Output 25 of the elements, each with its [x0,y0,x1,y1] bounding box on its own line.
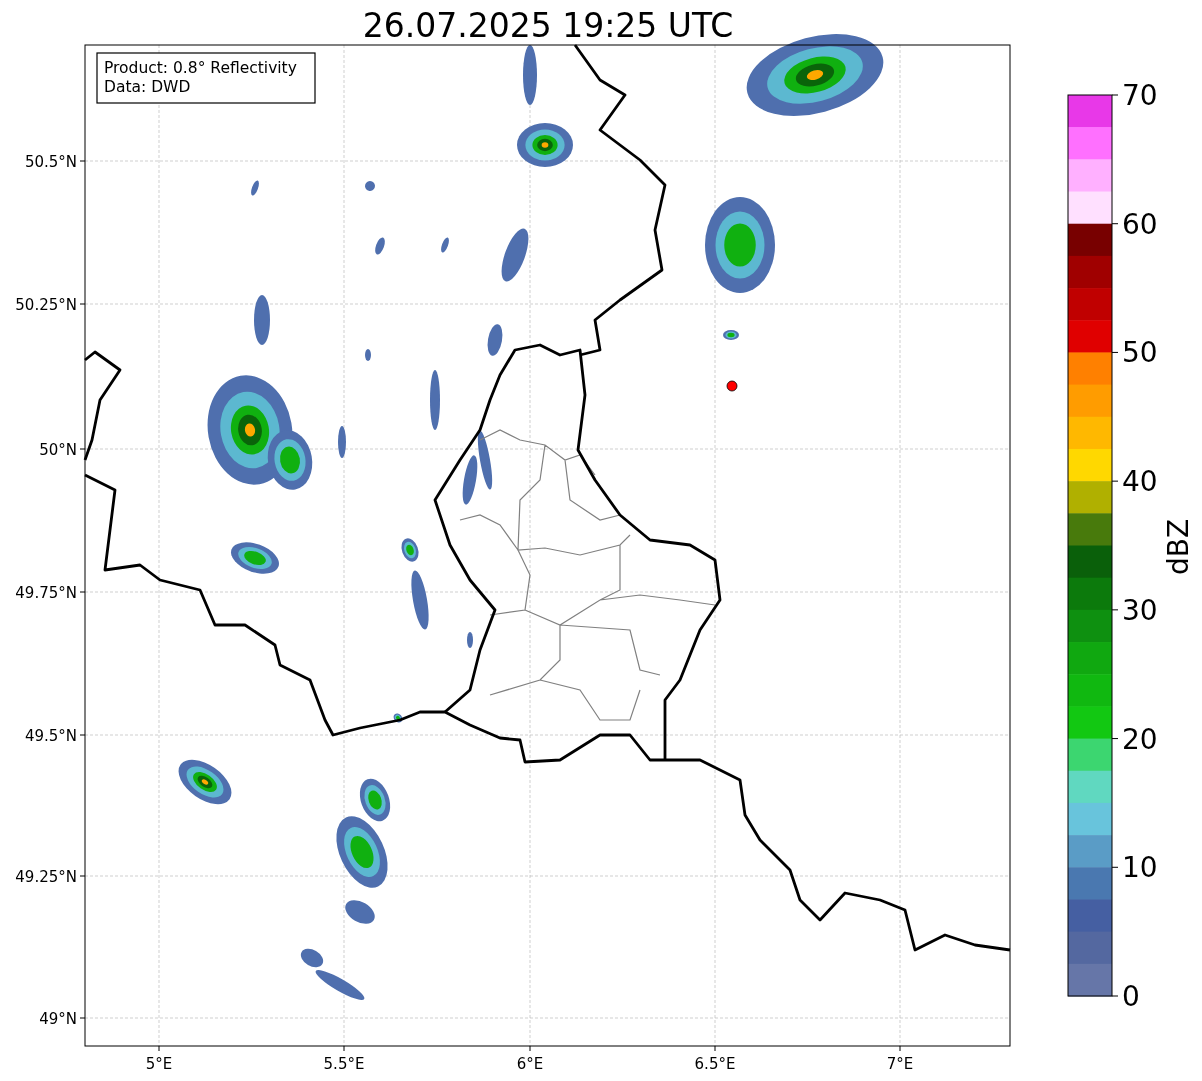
colorbar-tick-label: 20 [1122,722,1158,756]
chart-title: 26.07.2025 19:25 UTC [362,6,734,45]
axis-tick-label: 50°N [39,441,77,459]
axis-tick-label: 50.5°N [24,153,77,171]
axis-tick-label: 49.5°N [24,727,77,745]
axis-tick-label: 7°E [886,1055,914,1073]
axis-tick-label: 6.5°E [694,1055,736,1073]
axis-tick-label: 5.5°E [323,1055,365,1073]
colorbar-tick-label: 50 [1122,336,1158,370]
colorbar-tick-label: 70 [1122,79,1158,112]
colorbar-tick-label: 30 [1122,593,1158,627]
axis-tick-label: 49.25°N [15,868,77,886]
location-marker [726,380,738,392]
axis-tick-label: 5°E [145,1055,173,1073]
info-text: Data: DWD [104,78,191,96]
colorbar-tick-label: 60 [1122,207,1158,241]
colorbar-tick-label: 40 [1122,465,1158,499]
axis-tick-label: 49.75°N [15,584,77,602]
axis-tick-label: 6°E [516,1055,544,1073]
axis-tick-label: 50.25°N [15,296,77,314]
info-text: Product: 0.8° Reflectivity [104,59,297,77]
colorbar-tick-label: 10 [1122,851,1158,885]
axis-tick-label: 49°N [39,1010,77,1028]
colorbar-tick-label: 0 [1122,980,1140,1013]
colorbar-label: dBZ [1162,518,1195,576]
